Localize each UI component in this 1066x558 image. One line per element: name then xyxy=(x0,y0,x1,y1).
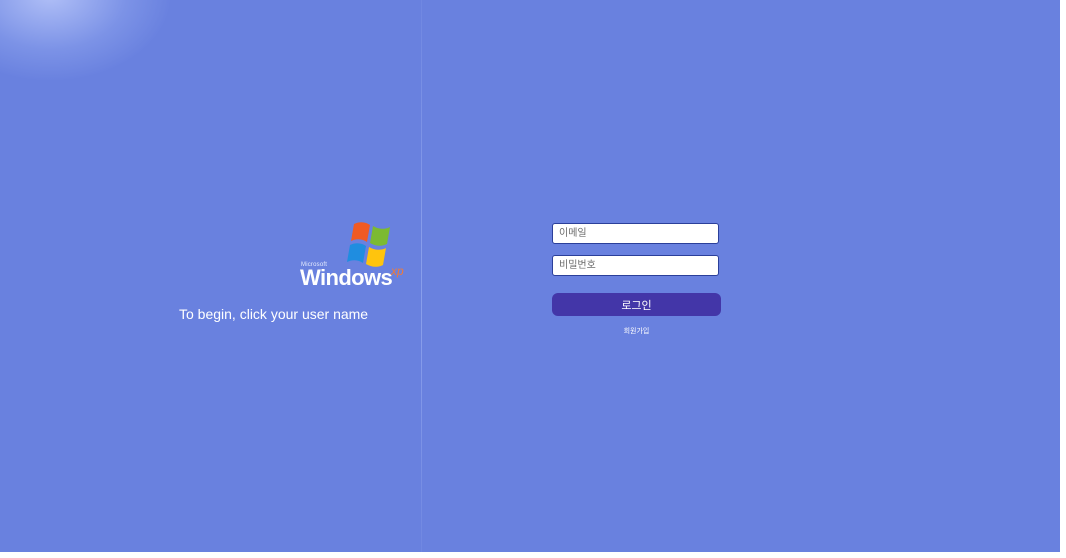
windows-xp-logo: Microsoft Windows xp xyxy=(298,218,418,294)
windows-flag-icon xyxy=(347,222,390,267)
email-input[interactable] xyxy=(552,223,719,244)
password-input[interactable] xyxy=(552,255,719,276)
login-screen: Microsoft Windows xp To begin, click you… xyxy=(0,0,1060,552)
xp-wordmark: xp xyxy=(391,264,404,278)
panel-divider xyxy=(421,0,422,552)
windows-wordmark: Windows xyxy=(300,265,393,290)
signup-link[interactable]: 회원가입 xyxy=(552,326,721,336)
corner-glow xyxy=(0,0,170,80)
login-button[interactable]: 로그인 xyxy=(552,293,721,316)
instruction-text: To begin, click your user name xyxy=(179,306,369,322)
